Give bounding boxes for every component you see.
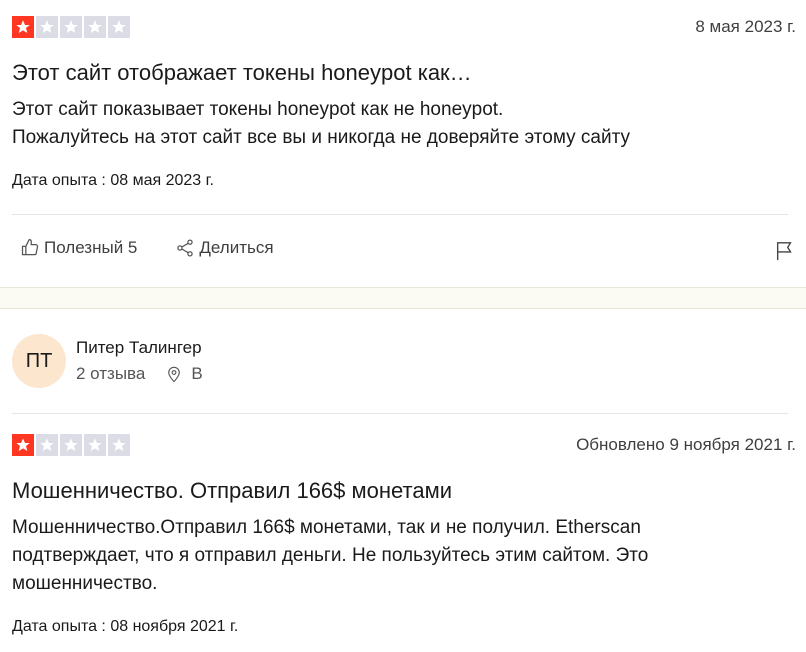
star-rating — [12, 434, 130, 456]
star-icon — [84, 434, 106, 456]
thumbs-up-icon — [21, 239, 39, 256]
flag-icon[interactable] — [774, 240, 796, 262]
review-body: Мошенничество.Отправил 166$ монетами, та… — [12, 514, 796, 598]
rating-row: Обновлено 9 ноября 2021 г. — [12, 414, 796, 456]
author-name[interactable]: Питер Талингер — [76, 338, 203, 358]
review-body-line: подтверждает, что я отправил деньги. Не … — [12, 545, 649, 566]
review-body-line: Пожалуйтесь на этот сайт все вы и никогд… — [12, 127, 630, 148]
star-rating — [12, 16, 130, 38]
review-body-line: мошенничество. — [12, 573, 158, 594]
review-date: 8 мая 2023 г. — [695, 17, 796, 36]
author-location: В — [191, 364, 203, 383]
share-button[interactable]: Делиться — [167, 238, 274, 258]
star-icon — [84, 16, 106, 38]
review-card: ПТ Питер Талингер 2 отзыва В Обновлено 9… — [0, 309, 806, 636]
useful-button[interactable]: Полезный 5 — [12, 238, 137, 258]
star-icon — [108, 434, 130, 456]
avatar[interactable]: ПТ — [12, 334, 66, 388]
review-date: Обновлено 9 ноября 2021 г. — [576, 435, 796, 454]
star-icon — [60, 16, 82, 38]
review-actions: Полезный 5 Делиться — [12, 215, 796, 281]
star-icon — [108, 16, 130, 38]
experience-date: Дата опыта : 08 ноября 2021 г. — [12, 618, 239, 635]
experience-date: Дата опыта : 08 мая 2023 г. — [12, 172, 214, 189]
rating-row: 8 мая 2023 г. — [12, 0, 796, 38]
star-icon — [12, 16, 34, 38]
share-label: Делиться — [199, 238, 274, 257]
review-title[interactable]: Мошенничество. Отправил 166$ монетами — [12, 478, 796, 504]
star-icon — [36, 16, 58, 38]
share-icon — [177, 239, 194, 257]
review-card: 8 мая 2023 г. Этот сайт отображает токен… — [0, 0, 806, 287]
review-author[interactable]: ПТ Питер Талингер 2 отзыва В — [12, 309, 796, 413]
review-body-line: Этот сайт показывает токены honeypot как… — [12, 99, 504, 120]
star-icon — [12, 434, 34, 456]
star-icon — [36, 434, 58, 456]
review-body: Этот сайт показывает токены honeypot как… — [12, 96, 796, 152]
reviews-count: 2 отзыва — [76, 364, 146, 383]
star-icon — [60, 434, 82, 456]
useful-label: Полезный 5 — [44, 238, 138, 257]
review-title[interactable]: Этот сайт отображает токены honeypot как… — [12, 60, 796, 86]
review-separator — [0, 287, 806, 309]
review-body-line: Мошенничество.Отправил 166$ монетами, та… — [12, 517, 641, 538]
author-meta: 2 отзыва В — [76, 364, 203, 384]
location-pin-icon — [168, 366, 181, 383]
